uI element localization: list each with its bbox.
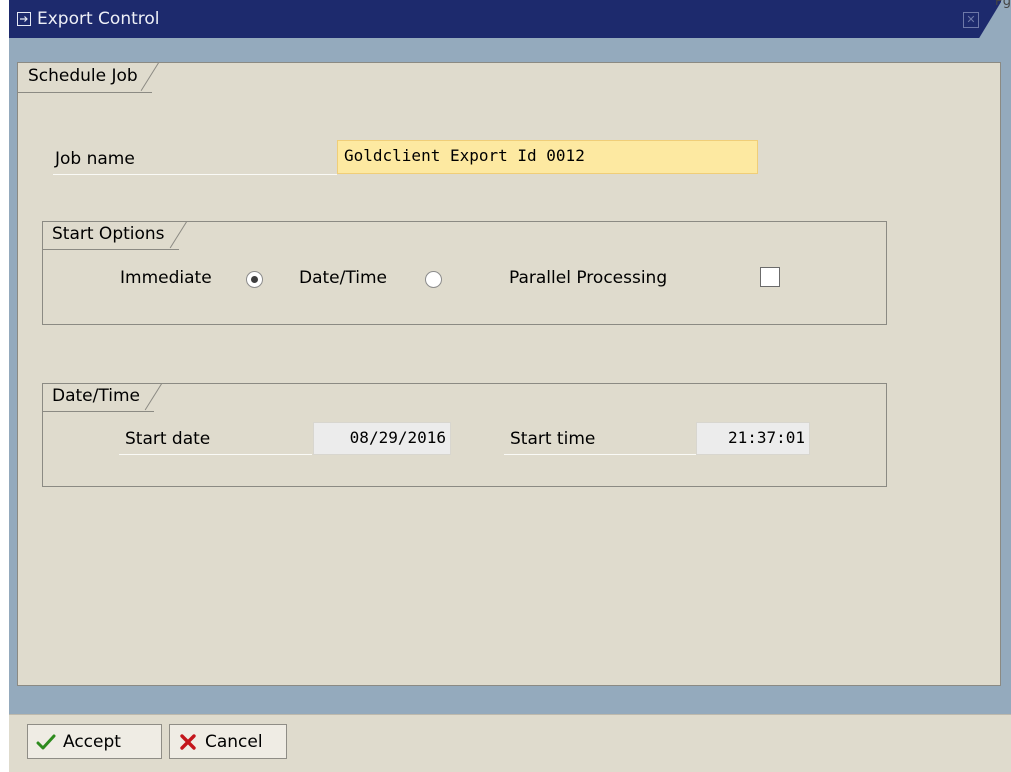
job-name-input[interactable]: Goldclient Export Id 0012: [337, 140, 758, 174]
dialog-toolbar: Accept Cancel: [9, 714, 1011, 772]
start-time-underline: [504, 454, 696, 455]
job-name-label: Job name: [55, 149, 135, 169]
immediate-label: Immediate: [120, 268, 212, 288]
cross-icon: [180, 733, 196, 750]
dialog-window: Export Control ✕ Pg Schedule Job Job nam…: [9, 0, 1011, 772]
schedule-job-panel: Schedule Job Job name Goldclient Export …: [17, 62, 1001, 686]
start-date-label: Start date: [125, 429, 211, 449]
accept-button-label: Accept: [63, 731, 121, 752]
start-time-label: Start time: [510, 429, 596, 449]
start-time-field[interactable]: 21:37:01: [696, 422, 810, 455]
start-date-field[interactable]: 08/29/2016: [313, 422, 451, 455]
window-title: Export Control: [37, 9, 160, 29]
tab-schedule-job[interactable]: Schedule Job: [18, 63, 152, 93]
job-name-underline: [53, 174, 337, 175]
corner-label: Pg: [994, 0, 1011, 9]
immediate-radio[interactable]: [246, 271, 263, 288]
start-options-title: Start Options: [43, 222, 179, 250]
title-bar[interactable]: Export Control ✕: [9, 0, 1001, 38]
start-options-group: Start Options Immediate Date/Time Parall…: [42, 221, 887, 325]
accept-button[interactable]: Accept: [27, 724, 162, 759]
parallel-processing-checkbox[interactable]: [760, 267, 780, 287]
start-date-underline: [119, 454, 312, 455]
date-time-group: Date/Time Start date 08/29/2016 Start ti…: [42, 383, 887, 487]
cancel-button[interactable]: Cancel: [169, 724, 287, 759]
datetime-option-label: Date/Time: [299, 268, 387, 288]
window-menu-icon[interactable]: [16, 11, 32, 27]
parallel-processing-label: Parallel Processing: [509, 268, 668, 288]
datetime-radio[interactable]: [425, 271, 442, 288]
cancel-button-label: Cancel: [205, 731, 263, 752]
date-time-title: Date/Time: [43, 384, 154, 412]
close-icon[interactable]: ✕: [963, 12, 979, 28]
checkmark-icon: [36, 734, 56, 749]
immediate-radio-dot: [251, 276, 258, 283]
tab-schedule-job-label: Schedule Job: [28, 66, 138, 86]
